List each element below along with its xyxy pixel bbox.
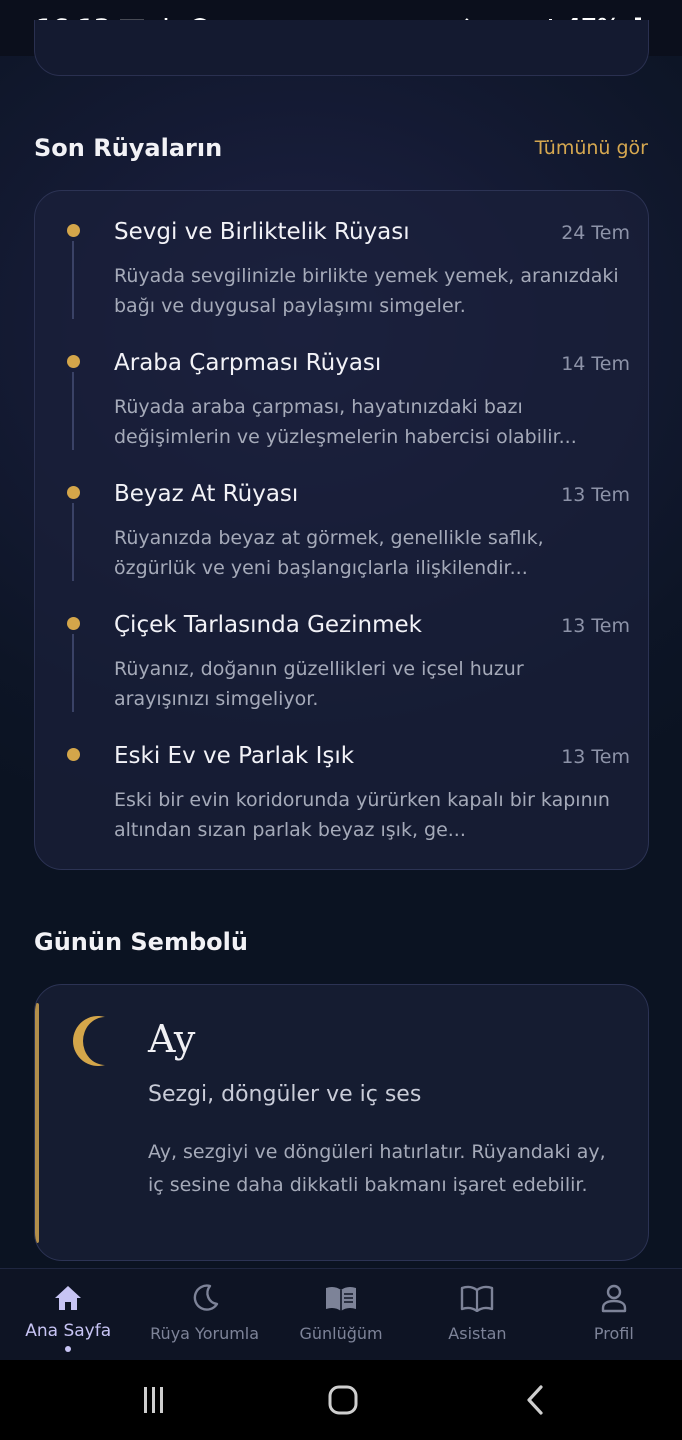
nav-label: Rüya Yorumla [150, 1324, 260, 1343]
person-icon [597, 1281, 631, 1315]
timeline-dot [67, 355, 80, 368]
dream-description: Rüyanız, doğanın güzellikleri ve içsel h… [114, 658, 524, 710]
dream-title: Eski Ev ve Parlak Işık [114, 743, 355, 769]
recent-apps-icon[interactable] [133, 1380, 173, 1420]
crescent-moon-icon [71, 1015, 115, 1067]
see-all-link[interactable]: Tümünü gör [535, 137, 648, 159]
dream-title: Sevgi ve Birliktelik Rüyası [114, 219, 410, 245]
previous-card [34, 20, 649, 76]
symbol-card[interactable]: Ay Sezgi, döngüler ve iç ses Ay, sezgiyi… [34, 984, 649, 1261]
nav-assistant[interactable]: Asistan [409, 1269, 545, 1360]
accent-bar [35, 1003, 39, 1243]
dream-description: Rüyada sevgilinizle birlikte yemek yemek… [114, 265, 619, 317]
dream-description: Eski bir evin koridorunda yürürken kapal… [114, 789, 610, 841]
dream-date: 13 Tem [561, 484, 630, 506]
dream-item[interactable]: Araba Çarpması Rüyası 14 Tem Rüyada arab… [35, 322, 650, 453]
dream-item[interactable]: Sevgi ve Birliktelik Rüyası 24 Tem Rüyad… [35, 191, 650, 322]
open-book-icon [460, 1281, 494, 1315]
moon-icon [188, 1281, 222, 1315]
dream-title: Beyaz At Rüyası [114, 481, 299, 507]
home-button-icon[interactable] [323, 1380, 363, 1420]
home-icon [51, 1281, 85, 1315]
dream-description: Rüyanızda beyaz at görmek, genellikle sa… [114, 527, 544, 579]
timeline-line [72, 372, 74, 450]
timeline-line [72, 634, 74, 712]
back-icon[interactable] [515, 1380, 555, 1420]
nav-label: Ana Sayfa [25, 1321, 112, 1341]
nav-label: Profil [593, 1324, 634, 1343]
symbol-name: Ay [148, 1017, 196, 1061]
dream-item[interactable]: Çiçek Tarlasında Gezinmek 13 Tem Rüyanız… [35, 584, 650, 715]
nav-label: Asistan [448, 1324, 507, 1343]
dream-description: Rüyada araba çarpması, hayatınızdaki baz… [114, 396, 577, 448]
dream-item[interactable]: Beyaz At Rüyası 13 Tem Rüyanızda beyaz a… [35, 453, 650, 584]
recent-dreams-card: Sevgi ve Birliktelik Rüyası 24 Tem Rüyad… [34, 190, 649, 870]
timeline-dot [67, 748, 80, 761]
nav-journal[interactable]: Günlüğüm [273, 1269, 409, 1360]
system-nav-bar [0, 1360, 682, 1440]
nav-profile[interactable]: Profil [546, 1269, 682, 1360]
dream-title: Çiçek Tarlasında Gezinmek [114, 612, 422, 638]
nav-dream-interpret[interactable]: Rüya Yorumla [136, 1269, 272, 1360]
dream-title: Araba Çarpması Rüyası [114, 350, 382, 376]
dream-date: 24 Tem [561, 222, 630, 244]
bottom-nav: Ana Sayfa Rüya Yorumla Günlüğüm Asistan … [0, 1268, 682, 1360]
timeline-dot [67, 617, 80, 630]
dream-date: 13 Tem [561, 615, 630, 637]
active-indicator [65, 1346, 72, 1352]
timeline-dot [67, 486, 80, 499]
timeline-line [72, 241, 74, 319]
recent-dreams-title: Son Rüyaların [34, 134, 223, 162]
book-icon [324, 1281, 358, 1315]
timeline-line [72, 503, 74, 581]
symbol-subtitle: Sezgi, döngüler ve iç ses [148, 1082, 422, 1107]
symbol-description: Ay, sezgiyi ve döngüleri hatırlatır. Rüy… [148, 1141, 606, 1196]
nav-home[interactable]: Ana Sayfa [0, 1269, 136, 1360]
symbol-of-day-title: Günün Sembolü [34, 928, 248, 956]
timeline-dot [67, 224, 80, 237]
dream-date: 14 Tem [561, 353, 630, 375]
nav-label: Günlüğüm [299, 1324, 383, 1343]
dream-item[interactable]: Eski Ev ve Parlak Işık 13 Tem Eski bir e… [35, 715, 650, 846]
dream-date: 13 Tem [561, 746, 630, 768]
